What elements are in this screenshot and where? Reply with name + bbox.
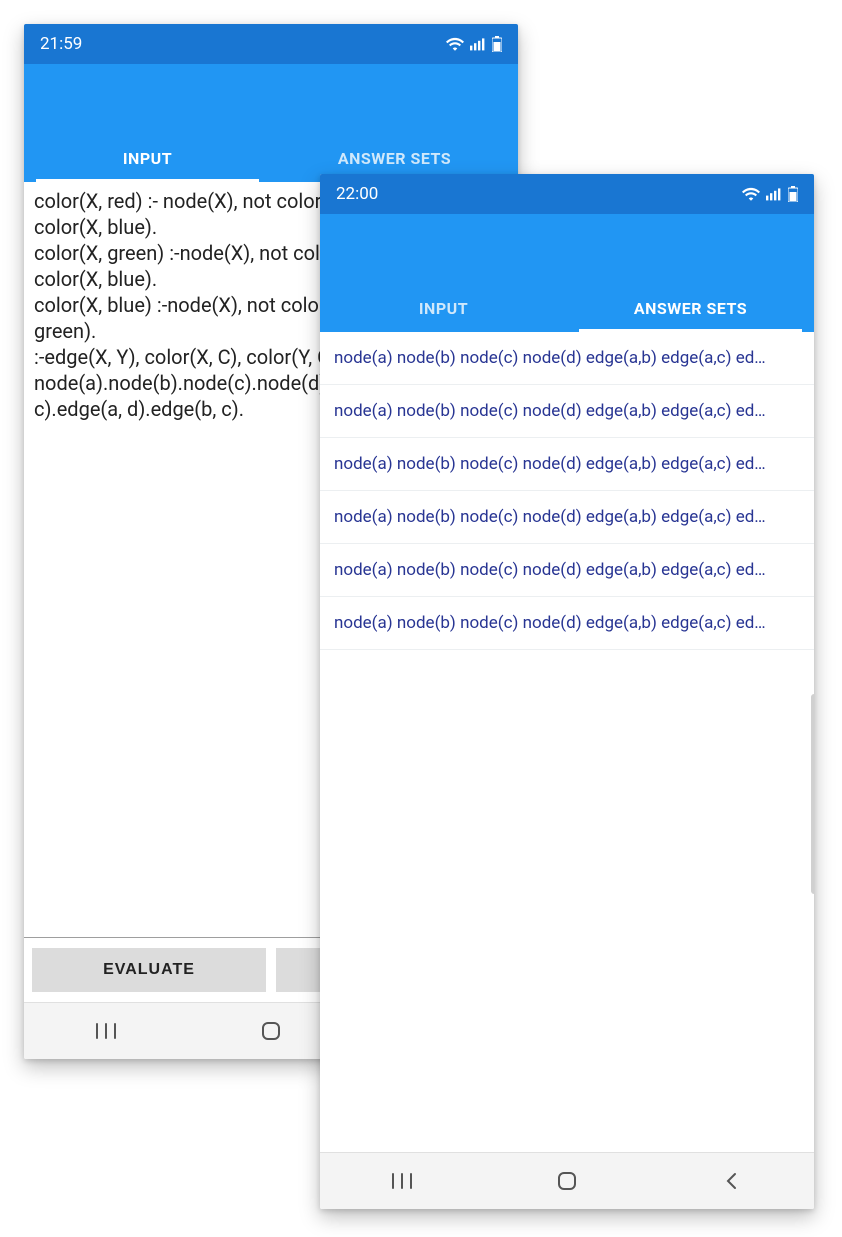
answer-list[interactable]: node(a) node(b) node(c) node(d) edge(a,b… <box>320 332 814 1152</box>
recents-icon <box>391 1172 413 1190</box>
status-bar: 22:00 <box>320 174 814 214</box>
status-icons <box>446 36 502 52</box>
list-item[interactable]: node(a) node(b) node(c) node(d) edge(a,b… <box>320 385 814 438</box>
app-bar <box>24 64 518 134</box>
battery-icon <box>788 186 798 202</box>
tab-input-label: INPUT <box>123 149 172 168</box>
status-bar: 21:59 <box>24 24 518 64</box>
list-item[interactable]: node(a) node(b) node(c) node(d) edge(a,b… <box>320 332 814 385</box>
scroll-indicator[interactable] <box>811 694 814 894</box>
list-item[interactable]: node(a) node(b) node(c) node(d) edge(a,b… <box>320 438 814 491</box>
app-bar <box>320 214 814 284</box>
signal-icon <box>470 37 486 51</box>
nav-home-button[interactable] <box>241 1011 301 1051</box>
tab-input[interactable]: INPUT <box>24 134 271 182</box>
wifi-icon <box>742 187 760 201</box>
status-time: 22:00 <box>336 184 378 204</box>
home-icon <box>556 1170 578 1192</box>
battery-icon <box>492 36 502 52</box>
list-item[interactable]: node(a) node(b) node(c) node(d) edge(a,b… <box>320 597 814 650</box>
tab-answer-sets[interactable]: ANSWER SETS <box>567 284 814 332</box>
recents-icon <box>95 1022 117 1040</box>
evaluate-button[interactable]: EVALUATE <box>32 948 266 992</box>
tab-answer-sets-label: ANSWER SETS <box>634 299 747 318</box>
tab-input[interactable]: INPUT <box>320 284 567 332</box>
status-icons <box>742 186 798 202</box>
home-icon <box>260 1020 282 1042</box>
back-icon <box>723 1172 741 1190</box>
tabs: INPUT ANSWER SETS <box>320 284 814 332</box>
phone-answer-sets-screen: 22:00 INPUT ANSWER SETS node(a) node(b) … <box>320 174 814 1209</box>
nav-bar <box>320 1152 814 1209</box>
nav-back-button[interactable] <box>702 1161 762 1201</box>
tab-input-label: INPUT <box>419 299 468 318</box>
tab-answer-sets-label: ANSWER SETS <box>338 149 451 168</box>
content-area: node(a) node(b) node(c) node(d) edge(a,b… <box>320 332 814 1152</box>
list-item[interactable]: node(a) node(b) node(c) node(d) edge(a,b… <box>320 491 814 544</box>
list-item[interactable]: node(a) node(b) node(c) node(d) edge(a,b… <box>320 544 814 597</box>
wifi-icon <box>446 37 464 51</box>
nav-recents-button[interactable] <box>76 1011 136 1051</box>
evaluate-button-label: EVALUATE <box>103 961 195 978</box>
status-time: 21:59 <box>40 34 82 54</box>
nav-home-button[interactable] <box>537 1161 597 1201</box>
signal-icon <box>766 187 782 201</box>
nav-recents-button[interactable] <box>372 1161 432 1201</box>
